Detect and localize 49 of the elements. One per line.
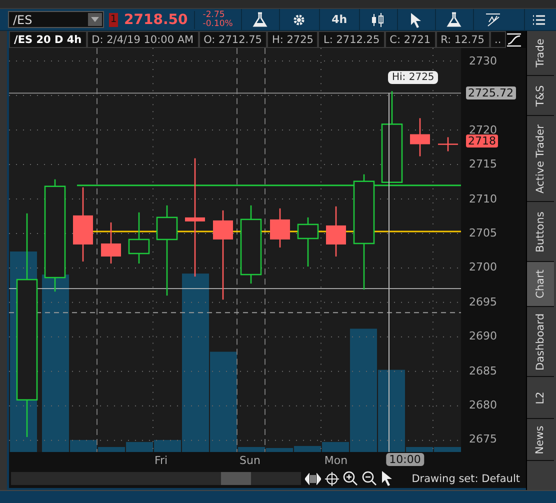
- info-field: L: 2712.25: [318, 31, 385, 48]
- zoom-out-icon[interactable]: [362, 471, 377, 486]
- last-price: 2718.50: [123, 12, 189, 28]
- panel-handle[interactable]: [0, 31, 9, 490]
- last-price-label: 2718: [466, 134, 498, 148]
- zoom-in-icon[interactable]: [343, 471, 358, 486]
- candlestick: [410, 118, 430, 156]
- cursor-price-label: 2725.72: [466, 86, 516, 100]
- price-label: 2700: [469, 260, 497, 274]
- dropdown-icon: [91, 17, 99, 22]
- candlestick: [438, 137, 458, 152]
- price-label: 2675: [469, 432, 497, 446]
- info-field: C: 2721: [384, 31, 436, 48]
- info-field: /ES 20 D 4h: [9, 31, 87, 48]
- crosshair-icon[interactable]: [325, 472, 339, 486]
- candlestick: [101, 222, 121, 264]
- price-label: 2680: [469, 398, 497, 412]
- time-label: Fri: [154, 454, 168, 467]
- price-label: 2720: [469, 123, 497, 136]
- aggregation-button[interactable]: 4h: [318, 9, 359, 30]
- price-label: 2710: [469, 192, 497, 206]
- side-tab[interactable]: Chart: [527, 262, 554, 307]
- drawing-set-label[interactable]: Drawing set: Default: [412, 472, 520, 484]
- candlestick: [128, 212, 150, 264]
- cursor-time-label: 10:00: [386, 453, 424, 466]
- pan-icon[interactable]: [305, 472, 321, 484]
- price-label: 2715: [469, 158, 497, 171]
- study-icon[interactable]: [506, 32, 522, 46]
- info-field: O: 2712.75: [198, 31, 267, 48]
- percent-change: -0.10%: [202, 20, 233, 28]
- symbol-field[interactable]: /ES: [8, 11, 104, 28]
- price-label: 2690: [469, 330, 497, 343]
- info-field: ..: [490, 31, 506, 48]
- cursor-icon[interactable]: [381, 471, 393, 486]
- net-change: -2.75: [202, 10, 226, 20]
- price-label: 2730: [469, 54, 497, 68]
- price-label: 2705: [469, 226, 497, 240]
- candlestick: [326, 206, 346, 257]
- price-label: 2695: [469, 295, 497, 308]
- info-field: H: 2725: [266, 31, 318, 48]
- time-label: Mon: [324, 454, 348, 467]
- scrollbar[interactable]: [11, 472, 301, 485]
- info-field: D: 2/4/19 10:00 AM: [86, 31, 199, 48]
- info-field: R: 12.75: [436, 31, 490, 48]
- price-label: 2685: [469, 364, 497, 378]
- candlestick: [270, 208, 290, 248]
- high-price-bubble: Hi: 2725: [388, 71, 438, 84]
- time-label: Sun: [240, 454, 260, 467]
- candlestick: [297, 217, 319, 267]
